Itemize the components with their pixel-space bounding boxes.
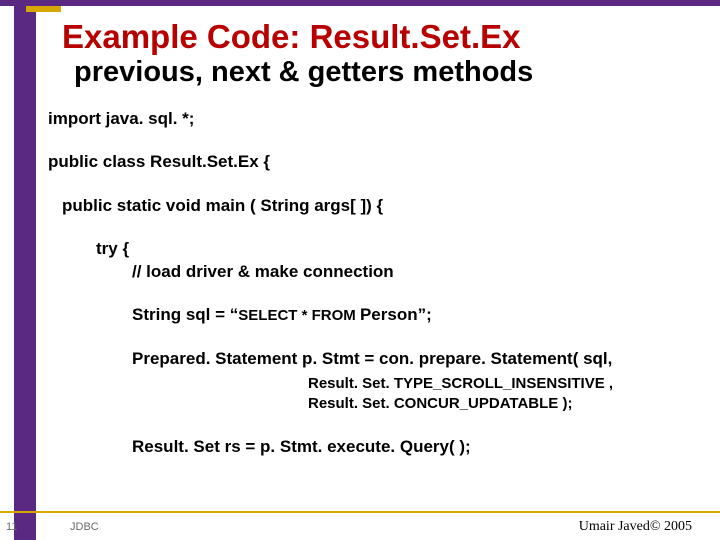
code-line: public class Result.Set.Ex { [48,151,700,172]
footer-center-text: JDBC [70,521,99,533]
slide-title: Example Code: Result.Set.Ex [62,18,520,56]
code-text: String sql = “ [132,305,238,324]
footer-copyright: Umair Javed© 2005 [579,519,692,535]
code-line: Result. Set. TYPE_SCROLL_INSENSITIVE , [308,375,700,394]
code-line: try { [96,238,700,259]
code-line: Result. Set. CONCUR_UPDATABLE ); [308,395,700,414]
side-accent-bar [14,0,36,540]
code-line: Prepared. Statement p. Stmt = con. prepa… [132,348,700,369]
code-text: Person”; [360,305,432,324]
footer-divider [0,511,720,513]
code-line: public static void main ( String args[ ]… [62,195,700,216]
code-line: Result. Set rs = p. Stmt. execute. Query… [132,436,700,457]
code-line: // load driver & make connection [132,261,700,282]
slide-subtitle: previous, next & getters methods [74,56,533,89]
top-accent-bar [0,0,720,6]
code-line: String sql = “SELECT * FROM Person”; [132,304,700,326]
code-text: SELECT * FROM [238,307,360,324]
slide-number: 11 [6,521,17,533]
code-line: import java. sql. *; [48,108,700,129]
code-block: import java. sql. *; public class Result… [48,108,700,457]
